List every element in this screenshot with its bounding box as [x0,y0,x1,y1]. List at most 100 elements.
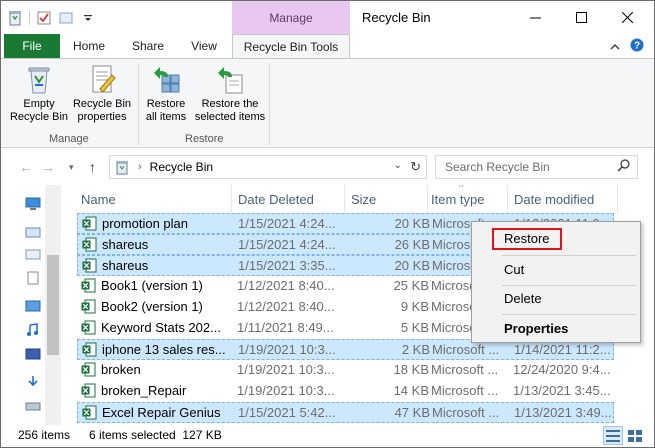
file-size: 14 KB [393,383,429,398]
restore-all-items-button[interactable]: Restore all items [141,63,191,124]
table-row[interactable]: Excel Repair Genius 1/15/2021 5:42... 47 K… [77,402,614,423]
restore-selected-items-button[interactable]: Restore the selected items [194,63,266,124]
date-deleted: 1/15/2021 4:24... [238,216,336,231]
recycle-bin-properties-label: Recycle Bin properties [72,98,132,123]
table-row[interactable]: broken 1/19/2021 10:3... 18 KB Microsoft ..… [77,360,614,381]
item-count: 256 items [18,428,71,442]
date-deleted: 1/19/2021 10:3... [237,362,335,377]
column-divider[interactable] [344,185,345,213]
menu-separator [502,314,636,315]
file-name: Excel Repair Genius [102,405,221,420]
properties-check-icon[interactable] [36,10,52,26]
menu-item-cut[interactable]: Cut [474,258,638,282]
excel-file-icon [82,237,97,252]
search-input[interactable]: Search Recycle Bin [435,155,638,179]
pictures-icon[interactable] [25,299,41,313]
menu-item-properties-label: Properties [504,321,569,336]
svg-text:?: ? [634,41,640,52]
column-divider[interactable] [231,185,232,213]
tab-recycle-bin-tools[interactable]: Recycle Bin Tools [232,34,350,58]
date-deleted: 1/12/2021 8:40... [237,278,335,293]
maximize-button[interactable] [558,1,604,33]
search-icon[interactable] [617,159,630,175]
excel-file-icon [81,320,96,335]
music-icon[interactable] [25,323,41,337]
manage-context-header: Manage [232,1,350,34]
tab-home[interactable]: Home [67,34,111,58]
selection-summary: 6 items selected 127 KB [89,428,222,442]
date-deleted: 1/12/2021 8:40... [237,299,335,314]
menu-separator [502,255,636,256]
column-header-date-deleted[interactable]: Date Deleted [238,192,314,207]
tab-share[interactable]: Share [125,34,171,58]
navigation-pane-scroll-thumb[interactable] [47,255,59,355]
column-header-date-modified[interactable]: Date modified [514,192,594,207]
column-header-name[interactable]: Name [81,192,116,207]
videos-icon[interactable] [25,347,41,361]
table-row[interactable]: broken_Repair 1/19/2021 10:3... 14 KB Micro… [77,381,614,402]
file-name: promotion plan [102,216,188,231]
empty-recycle-bin-label: Empty Recycle Bin [9,98,69,123]
empty-recycle-bin-button[interactable]: Empty Recycle Bin [9,63,69,124]
close-button[interactable] [604,1,650,33]
qat-dropdown-icon[interactable] [80,10,96,26]
forward-arrow-icon[interactable]: → [41,159,55,175]
item-type: Microsoft ... [431,362,499,377]
navigation-pane-scrollbar[interactable] [45,185,61,425]
recycle-bin-icon[interactable] [7,10,23,26]
quick-access-toolbar [7,8,96,28]
file-name: Keyword Stats 202... [101,320,221,335]
window-title: Recycle Bin [362,10,431,25]
drive-icon[interactable] [25,247,41,261]
refresh-icon[interactable]: ↻ [410,159,421,175]
navigation-bar: ← → ▾ ↑ › Recycle Bin ⌄ ↻ Search Recycle… [1,149,654,185]
context-menu: Restore Cut Delete Properties [471,221,641,343]
large-icons-view-button[interactable] [625,426,645,445]
file-name: shareus [102,258,149,273]
back-arrow-icon[interactable]: ← [19,159,33,175]
excel-file-icon [81,362,96,377]
file-size: 47 KB [394,405,430,420]
address-bar[interactable]: › Recycle Bin ⌄ ↻ [109,155,427,179]
menu-item-restore[interactable]: Restore [474,227,638,251]
item-type: Microsoft ... [432,405,500,420]
local-disk-icon[interactable] [25,399,41,413]
new-folder-icon[interactable] [58,10,74,26]
up-arrow-icon[interactable]: ↑ [89,159,96,175]
restore-all-items-label: Restore all items [145,98,187,123]
manage-group-label: Manage [49,133,89,145]
column-divider[interactable] [427,185,428,213]
column-header-size[interactable]: Size [351,192,376,207]
recycle-bin-properties-button[interactable]: Recycle Bin properties [71,63,133,124]
this-pc-icon[interactable] [25,197,41,211]
excel-file-icon [82,258,97,273]
details-view-button[interactable] [603,426,623,445]
address-dropdown-icon[interactable]: ⌄ [394,160,402,171]
recent-locations-chevron-icon[interactable]: ▾ [69,162,74,173]
downloads-icon[interactable] [25,375,41,389]
menu-item-properties[interactable]: Properties [474,317,638,341]
ribbon-group-separator [138,63,139,145]
breadcrumb-recycle-bin[interactable]: Recycle Bin [150,160,213,174]
date-deleted: 1/11/2021 8:49... [237,320,334,335]
drive-icon[interactable] [25,225,41,239]
file-name: broken [101,362,141,377]
column-divider[interactable] [617,185,618,213]
file-size: 25 KB [393,278,429,293]
large-icons-view-icon [628,429,642,442]
file-size: 20 KB [394,216,430,231]
document-icon[interactable] [25,271,41,285]
minimize-button[interactable] [512,1,558,33]
breadcrumb-chevron-icon[interactable]: › [138,161,142,173]
file-name: Book1 (version 1) [101,278,203,293]
column-header-item-type[interactable]: Item type [431,192,484,207]
menu-item-delete[interactable]: Delete [474,287,638,311]
restore-group-label: Restore [185,133,224,145]
collapse-ribbon-icon[interactable] [610,40,620,54]
tab-file[interactable]: File [4,34,60,58]
column-divider[interactable] [507,185,508,213]
file-size: 5 KB [400,320,429,335]
tab-view[interactable]: View [183,34,225,58]
help-icon[interactable]: ? [630,38,644,55]
properties-icon [92,65,116,93]
